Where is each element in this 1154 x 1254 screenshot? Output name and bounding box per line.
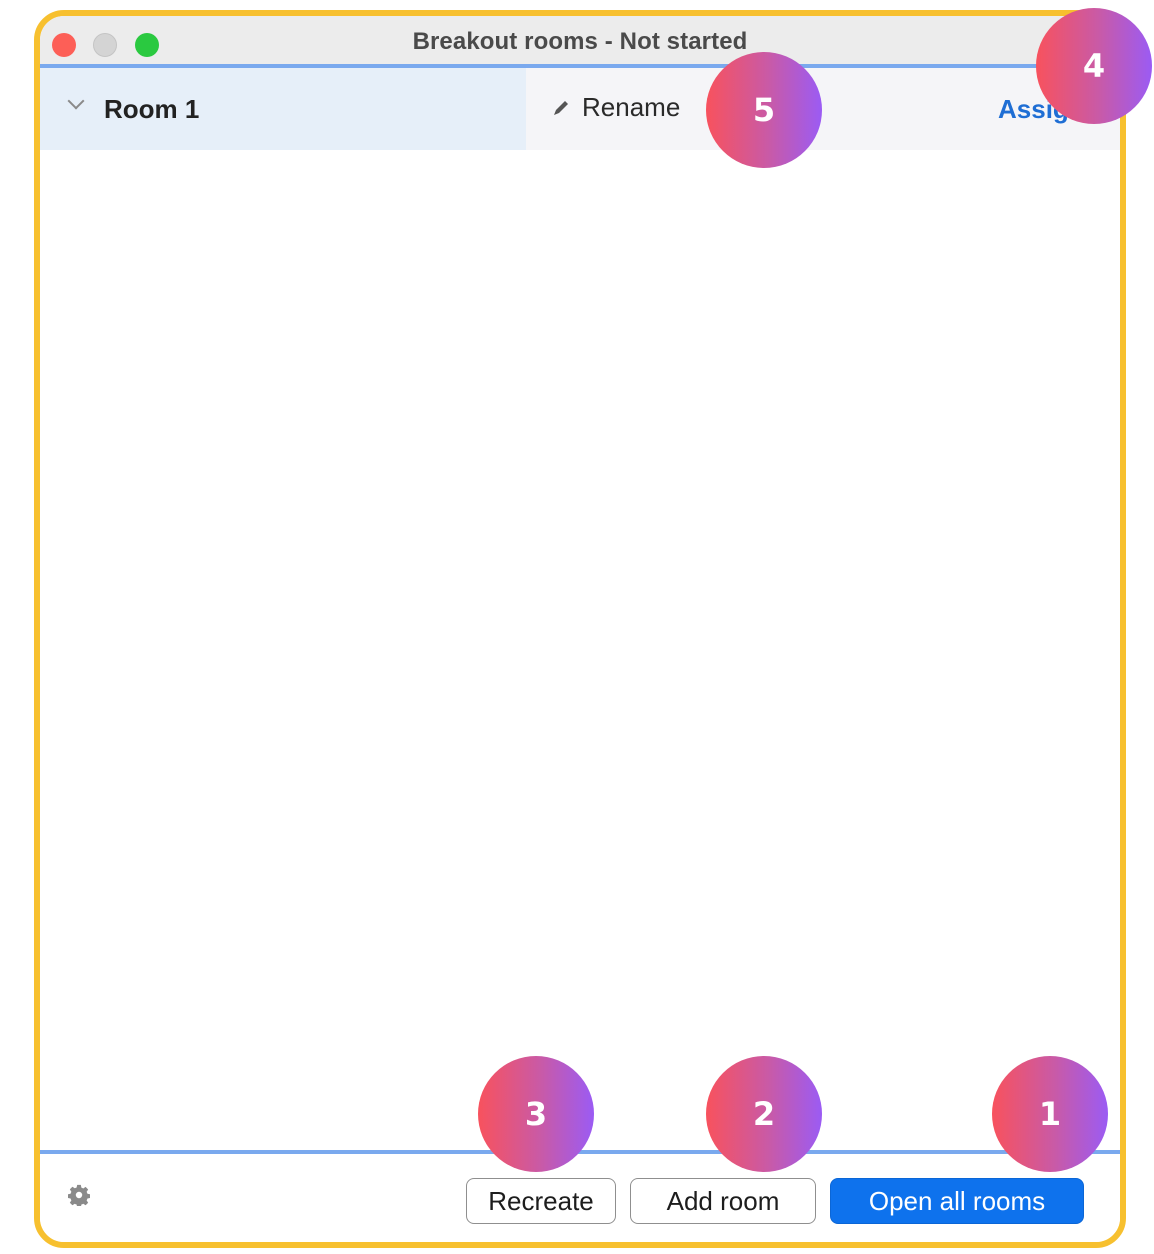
room-expand-toggle[interactable]: Room 1 [40,68,526,150]
callout-badge-3: 3 [478,1056,594,1172]
callout-badge-2: 2 [706,1056,822,1172]
bottom-toolbar: Recreate Add room Open all rooms [40,1150,1120,1242]
pencil-icon [554,100,568,115]
gear-icon[interactable] [68,1184,90,1206]
callout-badge-5: 5 [706,52,822,168]
window-title: Breakout rooms - Not started [412,28,748,55]
add-room-button[interactable]: Add room [630,1178,816,1224]
room-name: Room 1 [104,94,200,124]
callout-badge-1: 1 [992,1056,1108,1172]
room-actions: Rename Assig [526,68,1120,150]
rename-label: Rename [582,92,681,122]
recreate-button[interactable]: Recreate [466,1178,616,1224]
breakout-rooms-window: Breakout rooms - Not started Room 1 Rena… [34,10,1126,1248]
rename-button[interactable]: Rename [552,92,680,123]
chevron-down-icon[interactable] [67,92,85,110]
title-bar: Breakout rooms - Not started [40,16,1120,68]
room-row[interactable]: Room 1 Rename Assig [40,68,1120,150]
callout-badge-4: 4 [1036,8,1152,124]
open-all-rooms-button[interactable]: Open all rooms [830,1178,1084,1224]
